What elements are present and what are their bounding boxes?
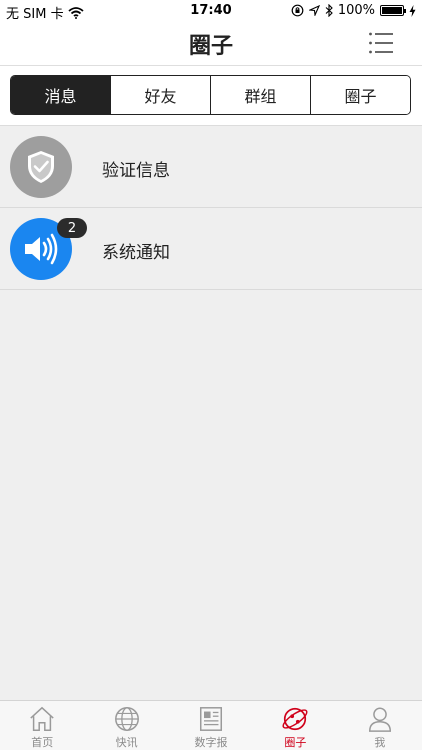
tab-home[interactable]: 首页	[0, 701, 84, 750]
shield-check-icon	[28, 151, 54, 183]
page-title: 圈子	[188, 34, 233, 59]
location-icon	[308, 5, 320, 16]
battery-percent: 100%	[337, 3, 375, 18]
circle-planet-icon	[282, 707, 308, 731]
menu-button[interactable]	[368, 30, 394, 56]
message-list: 验证信息 2 系统通知	[0, 126, 422, 290]
tab-circles[interactable]: 圈子	[253, 701, 337, 750]
segment-friends[interactable]: 好友	[110, 76, 210, 114]
list-item-system-notice[interactable]: 2 系统通知	[0, 208, 422, 290]
list-item-label: 验证信息	[102, 161, 170, 181]
tab-label: 首页	[31, 736, 54, 749]
tab-me[interactable]: 我	[338, 701, 422, 750]
tab-label: 快讯	[115, 736, 138, 749]
lock-rotation-icon	[291, 4, 304, 17]
nav-bar: 圈子	[0, 22, 422, 66]
segment-groups[interactable]: 群组	[210, 76, 310, 114]
person-icon	[368, 707, 391, 732]
speaker-icon	[25, 233, 58, 265]
list-menu-icon	[369, 32, 393, 54]
newspaper-icon	[200, 707, 223, 731]
segment-messages[interactable]: 消息	[11, 76, 110, 114]
tab-digital-paper[interactable]: 数字报	[169, 701, 253, 750]
home-icon	[30, 706, 54, 731]
avatar	[10, 136, 72, 198]
tab-label: 圈子	[284, 736, 307, 749]
list-item-label: 系统通知	[102, 243, 170, 263]
segment-bar: 消息 好友 群组 圈子	[0, 66, 422, 126]
tab-news[interactable]: 快讯	[84, 701, 168, 750]
tab-bar: 首页 快讯 数字报 圈子 我	[0, 700, 422, 750]
charging-icon	[409, 4, 416, 17]
battery-fill	[382, 7, 402, 14]
unread-badge: 2	[57, 218, 87, 238]
status-bar: 无 SIM 卡 17:40 100%	[0, 0, 422, 22]
globe-icon	[114, 707, 139, 731]
status-right: 100%	[291, 3, 416, 18]
bluetooth-icon	[325, 4, 333, 17]
segment-circles[interactable]: 圈子	[310, 76, 410, 114]
tab-label: 数字报	[194, 736, 228, 749]
list-item-verification[interactable]: 验证信息	[0, 126, 422, 208]
tab-label: 我	[374, 736, 386, 749]
segmented-control: 消息 好友 群组 圈子	[10, 75, 411, 115]
battery-icon	[380, 5, 406, 16]
